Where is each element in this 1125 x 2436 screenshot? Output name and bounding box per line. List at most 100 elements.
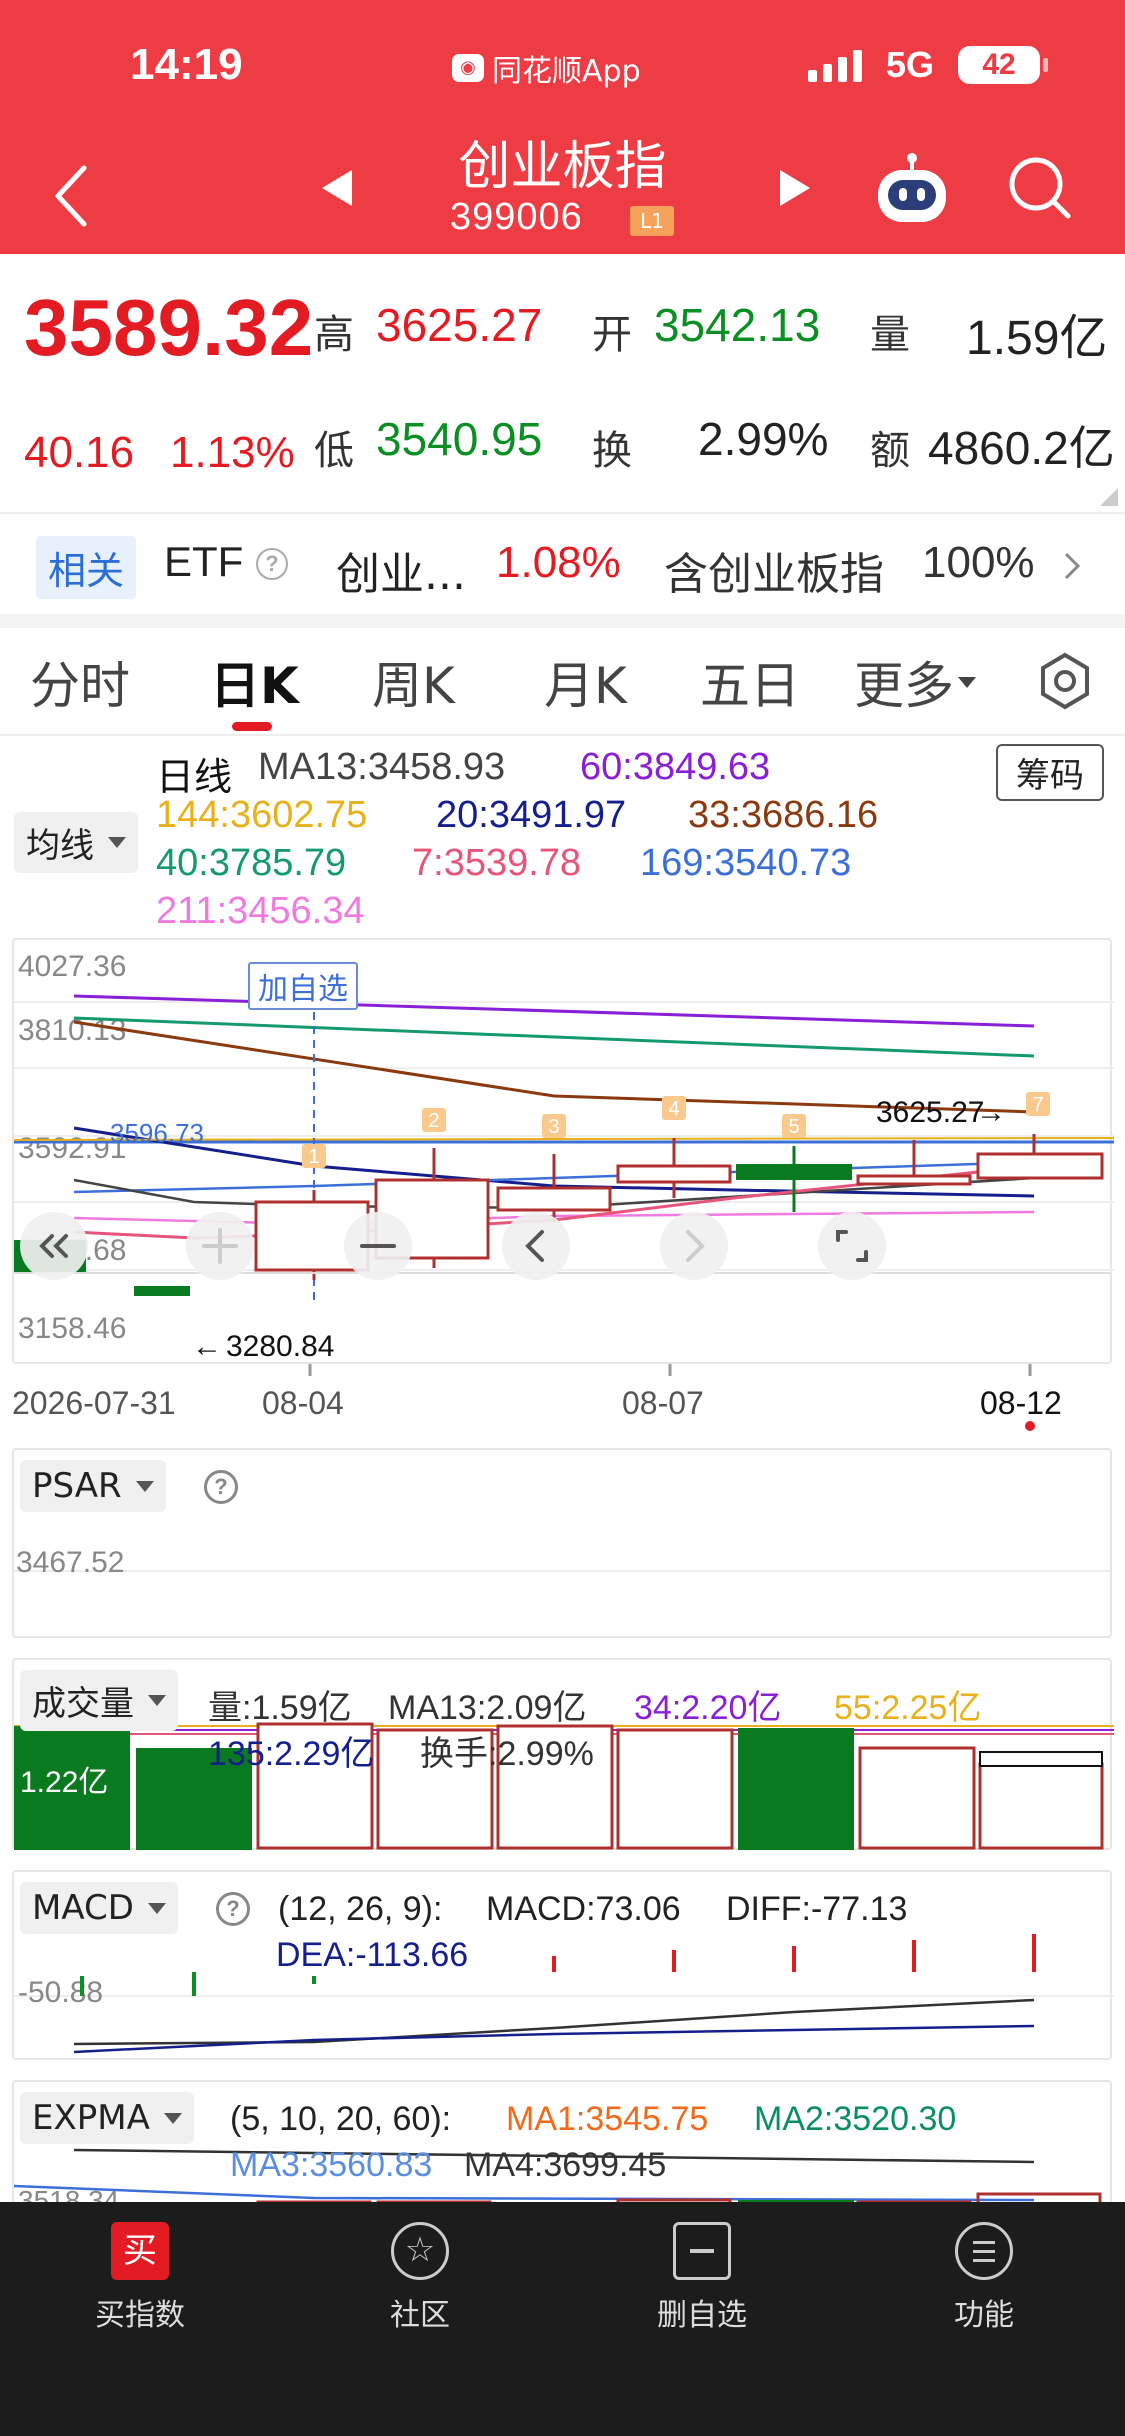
- today-dot: [1025, 1421, 1035, 1431]
- psar-value: 3467.52: [16, 1546, 125, 1579]
- volume-y-tick: 1.22亿: [20, 1766, 108, 1799]
- macd-y-tick: -50.88: [18, 1976, 103, 2009]
- price-change-pct: 1.13%: [170, 428, 295, 477]
- ma-item: MA13:3458.93: [258, 746, 506, 788]
- tab-weekly-k[interactable]: 周K: [372, 646, 455, 718]
- help-icon[interactable]: ?: [256, 548, 288, 580]
- chip-button[interactable]: 筹码: [996, 744, 1104, 801]
- ma-item: 169:3540.73: [640, 842, 852, 884]
- expma-selector-label: EXPMA: [32, 2098, 150, 2138]
- next-stock-icon[interactable]: [774, 168, 814, 208]
- tab-five-day[interactable]: 五日: [700, 646, 800, 718]
- ma-item: 7:3539.78: [412, 842, 582, 884]
- macd-value: MACD:73.06: [486, 1890, 681, 1928]
- level-badge: L1: [630, 206, 674, 236]
- low-label: 低: [314, 428, 354, 474]
- candle: [736, 1164, 852, 1180]
- macd-selector[interactable]: MACD: [20, 1882, 178, 1934]
- ma-line-40: [73, 1016, 1035, 1058]
- volume-ma55: 55:2.25亿: [834, 1689, 982, 1727]
- functions-button[interactable]: 功能: [884, 2222, 1084, 2334]
- settings-icon[interactable]: [1036, 652, 1094, 710]
- psar-selector[interactable]: PSAR: [20, 1460, 166, 1512]
- psar-selector-label: PSAR: [32, 1466, 122, 1506]
- tab-more[interactable]: 更多: [854, 646, 976, 718]
- diff-line: [73, 1998, 1035, 2046]
- remove-watchlist-label: 删自选: [657, 2298, 747, 2333]
- volume-value: 1.59亿: [966, 312, 1108, 365]
- last-price: 3589.32: [24, 283, 314, 372]
- help-icon[interactable]: ?: [204, 1470, 238, 1504]
- candle: [976, 1152, 1104, 1180]
- volume-selector[interactable]: 成交量: [20, 1670, 178, 1731]
- status-app-name: 同花顺App: [492, 54, 641, 89]
- high-marker: 3625.27: [876, 1096, 984, 1129]
- chevron-right-icon: [1064, 552, 1081, 580]
- macd-diff: DIFF:-77.13: [726, 1890, 908, 1928]
- dropdown-icon: [958, 676, 976, 688]
- dea-line: [73, 2024, 1035, 2054]
- scroll-left-button[interactable]: [502, 1212, 570, 1280]
- tab-daily-k[interactable]: 日K: [210, 646, 299, 718]
- buy-index-button[interactable]: 买 买指数: [40, 2222, 240, 2334]
- etf-weight: 100%: [922, 538, 1035, 587]
- expma-ma4: MA4:3699.45: [464, 2146, 667, 2184]
- ma-line-60: [73, 994, 1035, 1028]
- add-watchlist-button[interactable]: 加自选: [248, 962, 358, 1010]
- dropdown-icon: [163, 2112, 182, 2124]
- help-icon[interactable]: ?: [216, 1892, 250, 1926]
- bottom-toolbar: 买 买指数 ☆ 社区 删自选 功能: [0, 2202, 1125, 2436]
- tab-monthly-k[interactable]: 月K: [544, 646, 627, 718]
- functions-label: 功能: [954, 2298, 1014, 2333]
- volume-ma135: 135:2.29亿: [208, 1735, 375, 1773]
- etf-label: ETF: [164, 538, 244, 585]
- kline-chart[interactable]: 4027.36 3810.13 3592.91 3375.68 3158.46 …: [12, 938, 1114, 1364]
- remove-watchlist-button[interactable]: 删自选: [602, 2222, 802, 2334]
- low-value: 3540.95: [376, 413, 543, 465]
- zoom-toolbar: [20, 1212, 886, 1280]
- line-type-label: 日线: [156, 757, 233, 799]
- robot-icon[interactable]: [872, 150, 952, 226]
- volume-qty: 量:1.59亿: [208, 1689, 352, 1727]
- ma-item: 211:3456.34: [156, 890, 365, 932]
- event-badge-label: 4: [668, 1098, 679, 1120]
- dropdown-icon: [148, 1695, 166, 1706]
- search-icon[interactable]: [1004, 152, 1074, 222]
- etf-name: 创业...: [336, 549, 466, 600]
- volume-label: 量: [870, 312, 910, 358]
- fullscreen-button[interactable]: [818, 1212, 886, 1280]
- expma-selector[interactable]: EXPMA: [20, 2092, 194, 2144]
- event-badge-label: 2: [428, 1110, 439, 1132]
- y-tick: 4027.36: [18, 950, 126, 983]
- scroll-right-button[interactable]: [660, 1212, 728, 1280]
- event-badge-label: 5: [788, 1116, 799, 1138]
- expma-ma3: MA3:3560.83: [230, 2146, 433, 2184]
- tab-intraday[interactable]: 分时: [30, 646, 130, 718]
- etf-row[interactable]: 相关 ETF ? 创业... 1.08% 含创业板指 100%: [0, 514, 1125, 614]
- event-badge-label: 3: [548, 1116, 559, 1138]
- volume-cursor: [979, 1751, 1103, 1767]
- tab-active-indicator: [232, 722, 272, 731]
- x-tick: 08-07: [622, 1385, 704, 1421]
- candle: [616, 1164, 732, 1184]
- app-icon: ◉: [452, 54, 484, 82]
- volume-selector-label: 成交量: [32, 1684, 134, 1724]
- community-button[interactable]: ☆ 社区: [320, 2222, 520, 2334]
- x-tick: 08-12: [980, 1385, 1062, 1421]
- psar-panel: 3467.52: [12, 1448, 1112, 1638]
- expma-line: [14, 2184, 1035, 2202]
- status-time: 14:19: [130, 40, 243, 89]
- arrow-right-icon: →: [976, 1096, 1006, 1129]
- volume-ma13: MA13:2.09亿: [388, 1689, 587, 1727]
- star-icon: ☆: [391, 2222, 449, 2280]
- signal-icon: [808, 50, 862, 82]
- current-price-label: 3596.73: [110, 1118, 204, 1148]
- turnover-label: 换: [592, 428, 632, 474]
- candle: [856, 1174, 972, 1186]
- macd-selector-label: MACD: [32, 1888, 134, 1928]
- macd-params: (12, 26, 9):: [278, 1890, 443, 1928]
- volume-bar: [738, 1728, 854, 1850]
- stock-code: 399006: [450, 196, 583, 238]
- ma-selector[interactable]: 均线: [14, 812, 138, 873]
- expand-corner-icon[interactable]: [1100, 488, 1118, 506]
